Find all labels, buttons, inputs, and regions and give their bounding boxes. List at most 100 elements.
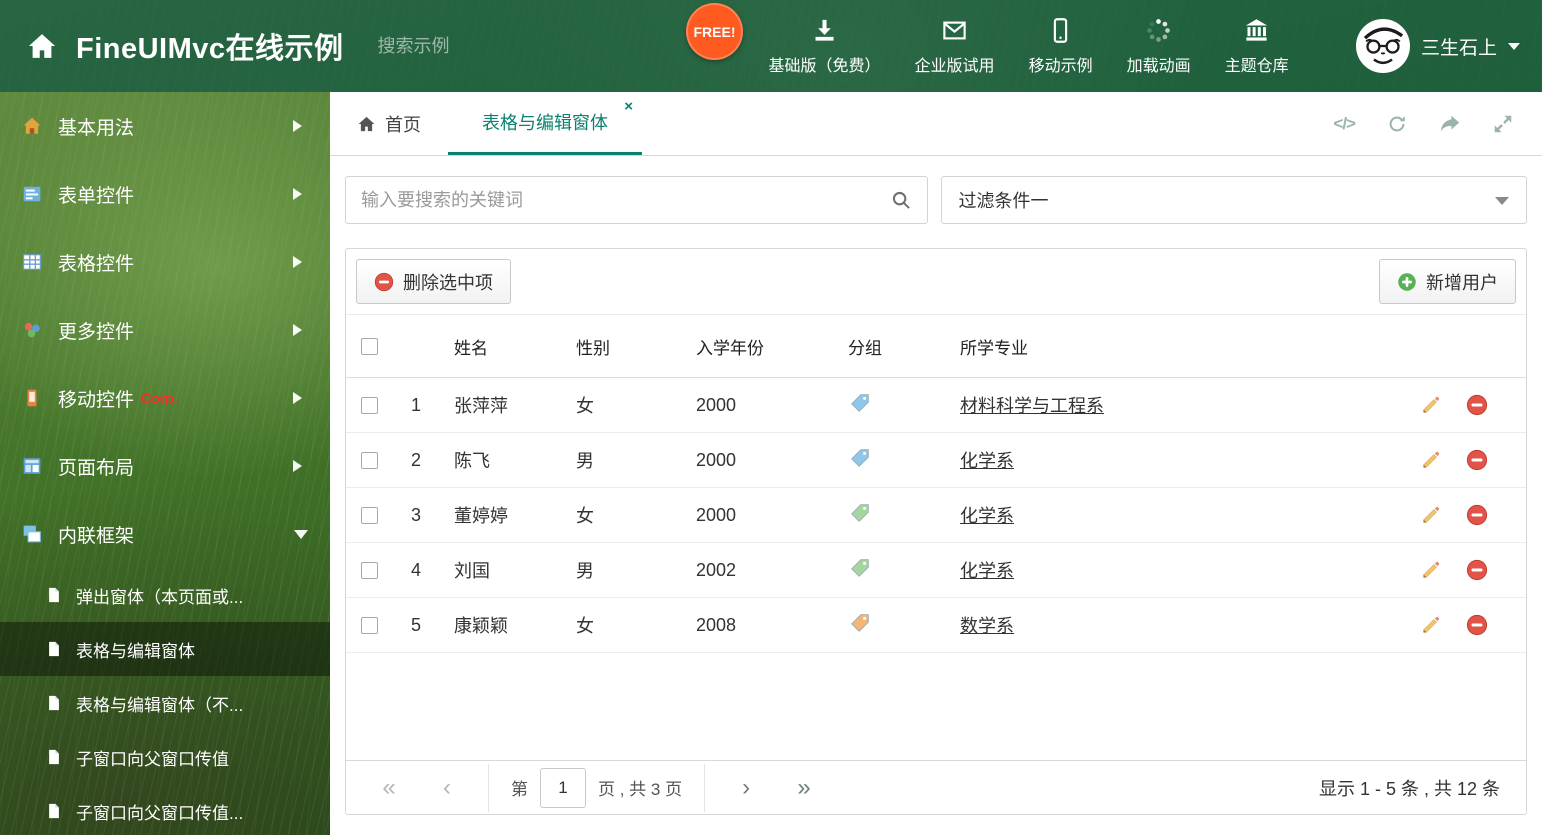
sidebar-subitem-child-to-parent[interactable]: 子窗口向父窗口传值: [0, 730, 330, 784]
tab-home[interactable]: 首页: [330, 92, 448, 155]
prev-page-button[interactable]: ‹: [418, 774, 476, 802]
table-row: 2 陈飞 男 2000 化学系: [346, 433, 1526, 488]
sidebar-subitem-grid-edit-window-2[interactable]: 表格与编辑窗体（不...: [0, 676, 330, 730]
main-content: 首页 表格与编辑窗体 × </> 输入要搜索的关键词 过滤条件一 删除选中项 新…: [330, 92, 1542, 835]
row-year: 2002: [696, 559, 737, 580]
delete-icon[interactable]: [1466, 614, 1488, 636]
sidebar-item-more-controls[interactable]: 更多控件: [0, 296, 330, 364]
user-menu[interactable]: 三生石上: [1355, 19, 1520, 73]
next-page-button[interactable]: ›: [717, 774, 775, 802]
delete-icon[interactable]: [1466, 504, 1488, 526]
col-major[interactable]: 所学专业: [946, 334, 1394, 359]
select-all-checkbox[interactable]: [360, 337, 378, 355]
tab-toolbar: </>: [1333, 92, 1542, 155]
row-checkbox[interactable]: [360, 616, 378, 634]
avatar: [1355, 19, 1410, 73]
sidebar-subitem-popup-window[interactable]: 弹出窗体（本页面或...: [0, 568, 330, 622]
major-link[interactable]: 数学系: [960, 616, 1014, 636]
nav-theme-repo[interactable]: 主题仓库: [1208, 17, 1306, 76]
source-code-icon[interactable]: </>: [1333, 114, 1356, 134]
sidebar-item-basic-usage[interactable]: 基本用法: [0, 92, 330, 160]
nav-enterprise-trial[interactable]: 企业版试用: [898, 17, 1012, 76]
edit-icon[interactable]: [1420, 394, 1442, 416]
row-name: 陈飞: [454, 451, 490, 471]
chevron-right-icon: [293, 120, 308, 132]
major-link[interactable]: 化学系: [960, 451, 1014, 471]
delete-icon[interactable]: [1466, 449, 1488, 471]
row-name: 张萍萍: [454, 396, 508, 416]
row-checkbox-cell: [346, 616, 392, 634]
share-icon[interactable]: [1439, 113, 1461, 135]
row-name: 康颖颖: [454, 616, 508, 636]
nav-basic-free[interactable]: 基础版（免费）: [752, 17, 898, 76]
row-checkbox[interactable]: [360, 451, 378, 469]
sidebar-item-label: 表格控件: [58, 253, 135, 275]
edit-icon[interactable]: [1420, 449, 1442, 471]
chevron-right-icon: [293, 188, 308, 200]
tag-icon: [850, 503, 870, 523]
row-checkbox-cell: [346, 396, 392, 414]
refresh-icon[interactable]: [1386, 113, 1408, 135]
delete-selected-button[interactable]: 删除选中项: [356, 259, 511, 304]
keyword-search-input[interactable]: [361, 189, 890, 211]
table-row: 4 刘国 男 2002 化学系: [346, 543, 1526, 598]
page-number-group: 第 页 , 共 3 页: [488, 763, 706, 812]
last-page-button[interactable]: »: [775, 774, 833, 802]
table-row: 5 康颖颖 女 2008 数学系: [346, 598, 1526, 653]
row-checkbox[interactable]: [360, 506, 378, 524]
add-user-button[interactable]: 新增用户: [1379, 259, 1516, 304]
edit-icon[interactable]: [1420, 504, 1442, 526]
filter-dropdown-value: 过滤条件一: [958, 191, 1049, 211]
record-summary: 显示 1 - 5 条 , 共 12 条: [1318, 778, 1500, 799]
header-search-input[interactable]: [377, 35, 610, 57]
row-major-cell: 化学系: [946, 557, 1394, 583]
col-name[interactable]: 姓名: [440, 334, 562, 359]
tab-grid-edit-window[interactable]: 表格与编辑窗体 ×: [448, 92, 642, 155]
row-checkbox[interactable]: [360, 561, 378, 579]
home-icon[interactable]: [26, 31, 58, 61]
col-group[interactable]: 分组: [834, 334, 946, 359]
sidebar-subitem-label: 子窗口向父窗口传值: [76, 749, 229, 769]
row-actions: [1394, 504, 1526, 526]
filter-dropdown[interactable]: 过滤条件一: [940, 176, 1527, 224]
grid-panel: 删除选中项 新增用户 姓名 性别 入学年份 分组 所学专业 1 张萍萍 女 20…: [345, 248, 1527, 815]
first-page-button[interactable]: «: [360, 774, 418, 802]
sidebar-item-grid-controls[interactable]: 表格控件: [0, 228, 330, 296]
content-area: 过滤条件一 删除选中项 新增用户: [330, 156, 1542, 835]
expand-icon[interactable]: [1492, 113, 1514, 135]
col-year[interactable]: 入学年份: [682, 334, 834, 359]
tab-label: 首页: [385, 114, 421, 135]
top-header: FineUIMvc在线示例 FREE! 基础版（免费） 企业版试用: [0, 0, 1542, 92]
sidebar-item-iframe[interactable]: 内联框架: [0, 500, 330, 568]
major-link[interactable]: 化学系: [960, 506, 1014, 526]
col-gender[interactable]: 性别: [562, 334, 682, 359]
sidebar-subitem-child-to-parent-2[interactable]: 子窗口向父窗口传值...: [0, 784, 330, 835]
row-year: 2008: [696, 614, 737, 635]
nav-mobile-demo[interactable]: 移动示例: [1012, 17, 1110, 76]
sidebar-item-label: 基本用法: [58, 117, 135, 139]
edit-icon[interactable]: [1420, 614, 1442, 636]
close-icon[interactable]: ×: [624, 99, 633, 114]
delete-icon[interactable]: [1466, 559, 1488, 581]
sidebar-item-form-controls[interactable]: 表单控件: [0, 160, 330, 228]
row-gender: 男: [576, 451, 594, 471]
sidebar-subitem-grid-edit-window[interactable]: 表格与编辑窗体: [0, 622, 330, 676]
major-link[interactable]: 材料科学与工程系: [960, 396, 1104, 416]
edit-icon[interactable]: [1420, 559, 1442, 581]
nav-label: 移动示例: [1028, 57, 1093, 75]
row-checkbox[interactable]: [360, 396, 378, 414]
grid-toolbar: 删除选中项 新增用户: [346, 249, 1526, 315]
layout-icon: [22, 456, 42, 476]
delete-icon[interactable]: [1466, 394, 1488, 416]
major-link[interactable]: 化学系: [960, 561, 1014, 581]
header-nav: 基础版（免费） 企业版试用 移动示例 加载动画 主题仓库: [752, 17, 1306, 76]
sidebar-item-page-layout[interactable]: 页面布局: [0, 432, 330, 500]
keyword-search-box: [345, 176, 928, 224]
plus-circle-icon: [1397, 272, 1417, 292]
nav-loading-animation[interactable]: 加载动画: [1110, 17, 1208, 76]
file-icon: [46, 802, 62, 820]
search-icon[interactable]: [890, 189, 912, 211]
shapes-icon: [22, 320, 42, 340]
page-number-input[interactable]: [540, 767, 586, 808]
sidebar-item-mobile-controls[interactable]: 移动控件 Corp.: [0, 364, 330, 432]
